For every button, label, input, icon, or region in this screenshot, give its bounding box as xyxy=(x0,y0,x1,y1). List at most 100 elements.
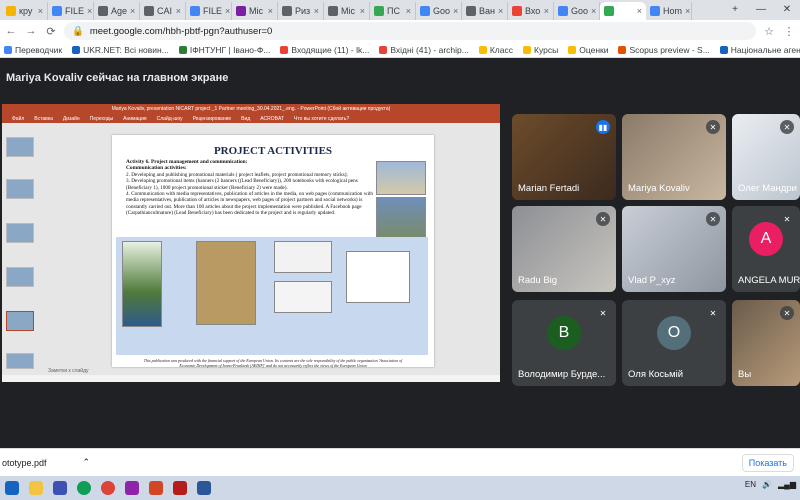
bookmark-favicon-icon xyxy=(478,45,487,54)
browser-tab[interactable]: FILE × xyxy=(48,2,94,20)
participant-tile[interactable]: A ✕ ANGELA MUR xyxy=(732,206,800,292)
tab-favicon-icon xyxy=(282,6,292,16)
close-tab-icon[interactable]: × xyxy=(130,6,135,16)
reload-icon[interactable]: ⟳ xyxy=(44,24,58,38)
star-icon[interactable]: ☆ xyxy=(762,24,776,38)
bookmark-item[interactable]: Переводчик xyxy=(4,45,62,55)
bookmark-item[interactable]: Вхідні (41) - archip... xyxy=(379,45,469,55)
powerpoint-icon[interactable] xyxy=(146,478,166,498)
ribbon-tab[interactable]: Вставка xyxy=(34,116,53,122)
ribbon-tab[interactable]: Что вы хотите сделать? xyxy=(294,116,349,122)
chevron-up-icon[interactable]: ⌃ xyxy=(83,457,91,468)
ribbon-tab[interactable]: Файл xyxy=(12,116,24,122)
browser-tab[interactable]: Age × xyxy=(94,2,140,20)
bookmark-item[interactable]: Національне агент... xyxy=(719,45,800,55)
volume-icon[interactable]: 🔊 xyxy=(762,480,772,489)
start-icon[interactable] xyxy=(2,478,22,498)
ribbon-tab[interactable]: Дизайн xyxy=(63,116,80,122)
browser-tab[interactable]: Риз × xyxy=(278,2,324,20)
app-icon[interactable] xyxy=(122,478,142,498)
participant-tile[interactable]: В ✕ Володимир Бурде... xyxy=(512,300,616,386)
close-tab-icon[interactable]: × xyxy=(406,6,411,16)
browser-tab-active[interactable]: × xyxy=(600,2,646,20)
app-icon[interactable] xyxy=(50,478,70,498)
participant-name: Олег Мандри xyxy=(738,183,797,194)
notes-placeholder[interactable]: Заметки к слайду xyxy=(48,368,89,374)
bookmark-item[interactable]: Класс xyxy=(478,45,513,55)
lock-icon: 🔒 xyxy=(72,25,84,37)
slide-thumbnail[interactable] xyxy=(6,353,34,369)
bookmark-item[interactable]: Оценки xyxy=(568,45,608,55)
slide-thumbnail[interactable] xyxy=(6,137,34,157)
close-tab-icon[interactable]: × xyxy=(498,6,503,16)
bookmark-label: Входящие (11) - lk... xyxy=(291,44,370,55)
word-icon[interactable] xyxy=(194,478,214,498)
close-window-button[interactable]: ✕ xyxy=(774,0,800,18)
close-tab-icon[interactable]: × xyxy=(685,6,690,16)
participant-tile[interactable]: ✕ Олег Мандри xyxy=(732,114,800,200)
bookmark-favicon-icon xyxy=(178,45,187,54)
url-input[interactable]: 🔒 meet.google.com/hbh-pbtf-pgn?authuser=… xyxy=(64,22,756,40)
browser-tab[interactable]: Ван × xyxy=(462,2,508,20)
slide-thumbnail-selected[interactable] xyxy=(6,311,34,331)
ribbon-tab[interactable]: Переходы xyxy=(90,116,113,122)
language-indicator[interactable]: EN xyxy=(745,480,756,489)
acrobat-icon[interactable] xyxy=(170,478,190,498)
bookmark-item[interactable]: Входящие (11) - lk... xyxy=(280,45,369,55)
show-all-downloads-button[interactable]: Показать xyxy=(741,454,794,472)
close-tab-icon[interactable]: × xyxy=(176,6,181,16)
bookmark-item[interactable]: Scopus preview - S... xyxy=(618,45,710,55)
ribbon-tab[interactable]: Вид xyxy=(241,116,250,122)
browser-tab[interactable]: FILE × xyxy=(186,2,232,20)
browser-tab[interactable]: Hom × xyxy=(646,2,692,20)
close-tab-icon[interactable]: × xyxy=(268,6,273,16)
participant-tile[interactable]: ▮▮ Marian Fertadi xyxy=(512,114,616,200)
close-tab-icon[interactable]: × xyxy=(591,6,596,16)
ribbon-tab[interactable]: Рецензирование xyxy=(193,116,232,122)
slide-thumbnail[interactable] xyxy=(6,223,34,243)
menu-icon[interactable]: ⋮ xyxy=(782,24,796,38)
participant-tile[interactable]: ✕ Radu Big xyxy=(512,206,616,292)
bookmark-item[interactable]: UKR.NET: Всі новин... xyxy=(72,45,169,55)
slide-thumbnail[interactable] xyxy=(6,267,34,287)
close-tab-icon[interactable]: × xyxy=(87,6,92,16)
tab-favicon-icon xyxy=(650,6,660,16)
participant-tile[interactable]: О ✕ Оля Косьмій xyxy=(622,300,726,386)
browser-tab[interactable]: кру × xyxy=(2,2,48,20)
bookmark-item[interactable]: ІФНТУНГ | Івано-Ф... xyxy=(178,45,270,55)
ribbon-tab[interactable]: ACROBAT xyxy=(260,116,284,122)
forward-icon[interactable]: → xyxy=(24,24,38,38)
participant-tile[interactable]: ✕ Mariya Kovaliv xyxy=(622,114,726,200)
browser-tab[interactable]: Goo × xyxy=(416,2,462,20)
close-tab-icon[interactable]: × xyxy=(360,6,365,16)
new-tab-button[interactable]: + xyxy=(722,0,748,18)
close-tab-icon[interactable]: × xyxy=(544,6,549,16)
browser-tab[interactable]: CAI × xyxy=(140,2,186,20)
ribbon-tab[interactable]: Слайд-шоу xyxy=(157,116,183,122)
back-icon[interactable]: ← xyxy=(4,24,18,38)
participant-tile[interactable]: ✕ Vlad P_xyz xyxy=(622,206,726,292)
close-tab-icon[interactable]: × xyxy=(225,6,230,16)
edge-icon[interactable] xyxy=(74,478,94,498)
bookmark-item[interactable]: Курсы xyxy=(523,45,558,55)
minimize-button[interactable]: — xyxy=(748,0,774,18)
ribbon-tab[interactable]: Анимация xyxy=(123,116,146,122)
browser-tab[interactable]: Mic × xyxy=(324,2,370,20)
download-item[interactable]: ototype.pdf ⌃ xyxy=(2,457,90,468)
browser-tab[interactable]: Вхо × xyxy=(508,2,554,20)
browser-tab[interactable]: ПС × xyxy=(370,2,416,20)
file-explorer-icon[interactable] xyxy=(26,478,46,498)
notebook-image xyxy=(196,241,256,325)
chrome-icon[interactable] xyxy=(98,478,118,498)
network-icon[interactable]: ▂▄▆ xyxy=(778,480,796,489)
close-tab-icon[interactable]: × xyxy=(453,6,458,16)
participant-avatar: В xyxy=(547,315,581,350)
close-tab-icon[interactable]: × xyxy=(38,6,43,16)
participant-avatar: A xyxy=(749,221,783,256)
close-tab-icon[interactable]: × xyxy=(637,6,642,16)
participant-tile[interactable]: ✕ Вы xyxy=(732,300,800,386)
close-tab-icon[interactable]: × xyxy=(314,6,319,16)
slide-thumbnail[interactable] xyxy=(6,179,34,199)
browser-tab[interactable]: Goo × xyxy=(554,2,600,20)
browser-tab[interactable]: Mic × xyxy=(232,2,278,20)
